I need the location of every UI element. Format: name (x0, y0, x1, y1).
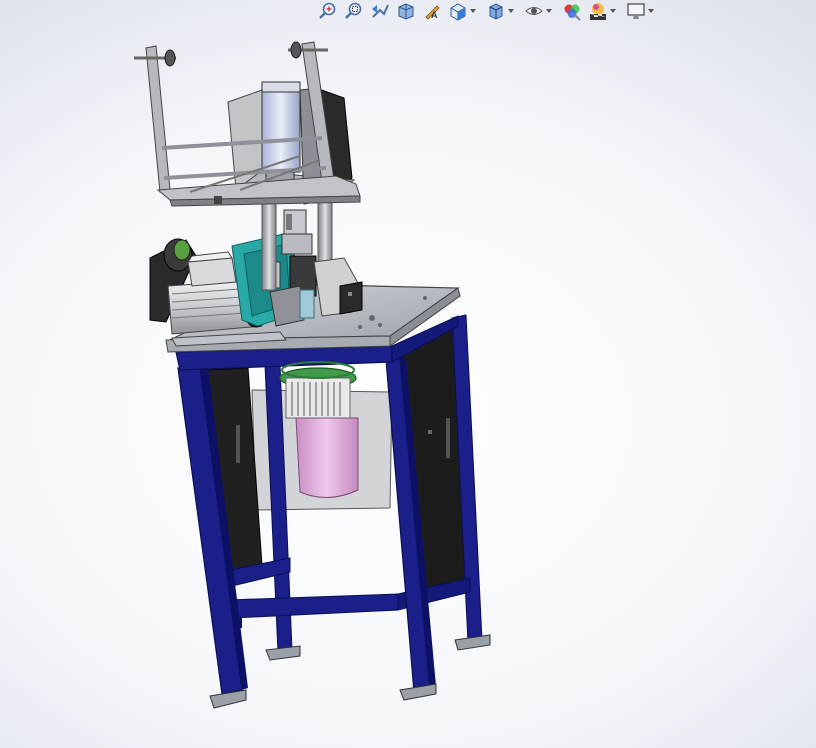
hide-show-icon (525, 7, 543, 15)
display-style-button[interactable] (484, 0, 520, 22)
edit-appearance-button[interactable] (560, 0, 584, 22)
view-settings-dropdown-icon[interactable] (648, 9, 654, 13)
display-style-icon (489, 3, 503, 20)
section-view-button[interactable] (394, 0, 418, 22)
svg-text:A: A (431, 10, 438, 20)
dynamic-annotation-button[interactable]: A (420, 0, 444, 22)
machine-assembly-model[interactable] (0, 22, 816, 748)
zoom-to-area-button[interactable] (342, 0, 366, 22)
previous-view-button[interactable] (368, 0, 392, 22)
hide-show-dropdown-icon[interactable] (546, 9, 552, 13)
section-view-icon (398, 3, 414, 20)
view-settings-button[interactable] (624, 0, 660, 22)
zoom-to-area-icon (345, 2, 362, 19)
hide-show-items-button[interactable] (522, 0, 558, 22)
view-orientation-button[interactable] (446, 0, 482, 22)
view-orientation-dropdown-icon[interactable] (470, 9, 476, 13)
monitor-icon (627, 3, 645, 19)
apply-scene-dropdown-icon[interactable] (610, 9, 616, 13)
zoom-to-fit-button[interactable] (316, 0, 340, 22)
previous-view-icon (372, 4, 389, 18)
zoom-to-fit-icon (319, 2, 336, 19)
display-style-dropdown-icon[interactable] (508, 9, 514, 13)
dynamic-annotation-icon: A (425, 5, 440, 20)
edit-appearance-icon (564, 4, 581, 21)
graphics-area[interactable] (0, 22, 816, 748)
heads-up-view-toolbar: A (316, 0, 660, 22)
view-orientation-icon (450, 3, 466, 21)
apply-scene-button[interactable] (586, 0, 622, 22)
apply-scene-icon (590, 3, 606, 20)
